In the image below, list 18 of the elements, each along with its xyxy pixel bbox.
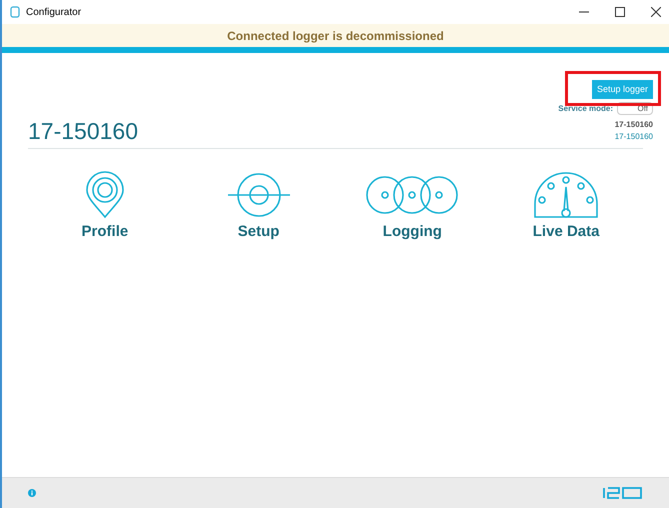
navigation-tile[interactable]: Live Data	[489, 171, 643, 244]
service-mode-label: Service mode:	[558, 102, 613, 114]
gauge-icon	[533, 171, 600, 219]
info-icon[interactable]	[28, 489, 36, 497]
window-title: Configurator	[26, 6, 82, 20]
logger-subtitle: 17-150160	[614, 131, 653, 143]
navigation-tile[interactable]: Setup	[182, 171, 336, 244]
navigation-tile[interactable]: Profile	[28, 171, 182, 244]
notification-banner: Connected logger is decommissioned	[2, 24, 669, 47]
location-pin-icon	[84, 171, 125, 219]
maximize-icon[interactable]	[615, 7, 625, 17]
navigation-tile[interactable]: Logging	[336, 171, 490, 244]
logger-id: 17-150160	[614, 119, 653, 131]
close-icon[interactable]	[651, 7, 661, 17]
circle-target-icon	[226, 171, 291, 219]
logger-title: 17-150160	[28, 120, 138, 143]
logo-icon	[603, 487, 643, 499]
app-icon	[10, 6, 20, 18]
